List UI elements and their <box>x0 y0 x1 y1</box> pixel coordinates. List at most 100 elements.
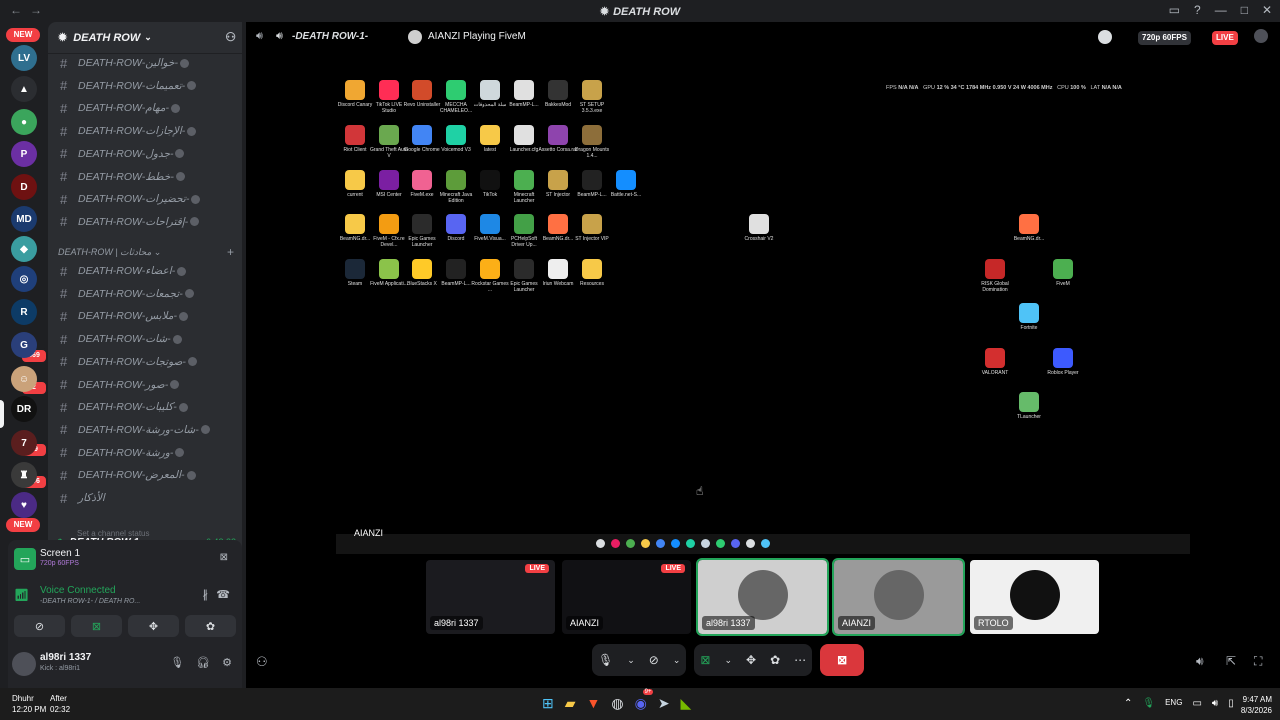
soundboard-icon[interactable]: ✿ <box>770 653 780 667</box>
noise-suppression-icon[interactable]: ∦ <box>203 588 209 601</box>
help-icon[interactable]: ? <box>1194 3 1201 17</box>
chat-icon[interactable] <box>1254 29 1268 43</box>
desktop-icon[interactable]: TLauncher <box>1012 392 1046 420</box>
desktop-icon[interactable]: Google Chrome <box>404 125 440 153</box>
desktop-icon[interactable]: Crosshair V2 <box>742 214 776 242</box>
desktop-icon[interactable]: Revo Uninstaller <box>404 80 440 108</box>
disconnect-button[interactable]: ⊠ <box>820 644 865 676</box>
desktop-icon[interactable]: ST Injector VIP <box>575 214 609 242</box>
close-icon[interactable]: ✕ <box>1262 3 1272 17</box>
lv-server-icon[interactable]: LV <box>11 45 37 71</box>
channel-item[interactable]: # DEATH-ROW-صور- <box>56 375 234 395</box>
invite-icon[interactable]: ⚇ <box>225 30 236 44</box>
desktop-icon[interactable]: FiveM Applicati... <box>370 259 408 287</box>
channel-item[interactable]: # DEATH-ROW-تجمعات- <box>56 284 234 304</box>
language-indicator[interactable]: ENG <box>1165 698 1182 709</box>
desktop-icon[interactable]: Assetto Corsa.rar <box>539 125 577 153</box>
settings-gear-icon[interactable]: ⚙ <box>222 656 232 669</box>
clock[interactable]: 9:47 AM 8/3/2026 <box>1230 694 1272 716</box>
disconnect-icon[interactable]: ☎ <box>216 588 230 601</box>
face-server-icon[interactable]: ☺ <box>11 366 37 392</box>
desktop-icon[interactable]: Grand Theft Auto V <box>370 125 408 159</box>
desktop-icon[interactable]: current <box>338 170 372 198</box>
stop-stream-icon[interactable]: ⊠ <box>220 552 228 563</box>
desktop-icon[interactable]: Launcher.cfg <box>507 125 541 153</box>
desktop-icon[interactable]: Fortnite <box>1012 303 1046 331</box>
shared-screen[interactable]: FPS N/A N/A GPU 12 % 34 °C 1784 MHz 0.95… <box>336 74 1190 554</box>
channel-item[interactable]: # DEATH-ROW-تعميمات- <box>56 76 234 96</box>
desktop-icon[interactable]: Epic Games Launcher <box>507 259 541 293</box>
volume-icon[interactable]: 🔊︎ <box>1196 654 1204 669</box>
desktop-icon[interactable]: BeamMP-L... <box>439 259 473 287</box>
md-server-icon[interactable]: MD <box>11 206 37 232</box>
desktop-icon[interactable]: ST SETUP 3.5.3.exe <box>575 80 609 114</box>
prayer-widget[interactable]: Dhuhr 12:20 PM <box>12 693 46 715</box>
mountain-server-icon[interactable]: ▲ <box>11 76 37 102</box>
purple-server-icon[interactable]: ♥ <box>11 492 37 518</box>
popout-icon[interactable]: ⇱ <box>1226 654 1236 668</box>
participant-tile[interactable]: LIVE al98ri 1337 <box>426 560 555 634</box>
gb-server-icon[interactable]: G <box>11 332 37 358</box>
desktop-icon[interactable]: FiveM - Cfx.re Devel... <box>372 214 406 248</box>
channel-item[interactable]: # DEATH-ROW-جدول- <box>56 144 234 164</box>
activities-icon[interactable]: ✥ <box>746 653 756 667</box>
desktop-icon[interactable]: سلة المحذوفات <box>473 80 507 108</box>
blue-ring-server-icon[interactable]: ◎ <box>11 266 37 292</box>
desktop-icon[interactable]: BakkesMod <box>541 80 575 108</box>
channel-item[interactable]: # DEATH-ROW-صوتجات- <box>56 352 234 372</box>
p-server-icon[interactable]: P <box>11 141 37 167</box>
activities-icon[interactable]: ✥ <box>128 615 179 637</box>
desktop-icon[interactable]: FiveM.Visua... <box>473 214 507 242</box>
chevron-down-icon[interactable]: ⌄ <box>724 655 732 666</box>
desktop-icon[interactable]: FiveM.exe <box>405 170 439 198</box>
mic-tray-icon[interactable]: 🎙︎ <box>1142 698 1155 709</box>
after-widget[interactable]: After 02:32 <box>50 693 70 715</box>
channel-item[interactable]: # DEATH-ROW-خوالين- <box>56 53 234 73</box>
participant-tile[interactable]: AIANZI <box>832 558 965 636</box>
desktop-icon[interactable]: VALORANT <box>978 348 1012 376</box>
desktop-icon[interactable]: Resources <box>575 259 609 287</box>
share-screen-icon[interactable]: ⊠ <box>700 653 710 667</box>
channel-item[interactable]: # DEATH-ROW-خطط- <box>56 167 234 187</box>
soundboard-icon[interactable]: ✿ <box>185 615 236 637</box>
desktop-icon[interactable]: MSI Center <box>372 170 406 198</box>
desktop-icon[interactable]: Riot Client <box>338 125 372 153</box>
brave-icon[interactable]: ▼ <box>587 695 601 712</box>
add-channel-icon[interactable]: + <box>227 245 234 259</box>
death-row-server-icon[interactable]: DR <box>11 396 37 422</box>
channel-item[interactable]: # DEATH-ROW-ورشة- <box>56 443 234 463</box>
maximize-icon[interactable]: □ <box>1241 3 1248 17</box>
desktop-icon[interactable]: Roblox Player <box>1046 348 1080 376</box>
chevron-down-icon[interactable]: ⌄ <box>627 655 635 666</box>
username[interactable]: al98ri 1337 <box>40 652 91 663</box>
desktop-icon[interactable]: latest <box>473 125 507 153</box>
invite-to-voice-icon[interactable]: ⚇ <box>256 654 268 670</box>
teal-server-icon[interactable]: ◆ <box>11 236 37 262</box>
desktop-icon[interactable]: MECCHA CHAMELEO... <box>439 80 473 114</box>
channel-item[interactable]: # DEATH-ROW-شات-ورشة- <box>56 420 234 440</box>
channel-item[interactable]: # DEATH-ROW-كليبات- <box>56 397 234 417</box>
desktop-icon[interactable]: ST Injector <box>541 170 575 198</box>
desktop-icon[interactable]: BeamMP-L... <box>507 80 541 108</box>
desktop-icon[interactable]: RISK Global Domination <box>978 259 1012 293</box>
network-icon[interactable]: ▭ <box>1192 698 1201 709</box>
channel-item[interactable]: # الأذكار <box>56 488 234 508</box>
desktop-icon[interactable]: Iriun Webcam <box>541 259 575 287</box>
camera-off-icon[interactable]: ⊘ <box>14 615 65 637</box>
7b-server-icon[interactable]: 7 <box>11 430 37 456</box>
desktop-icon[interactable]: BeamMP-L... <box>575 170 609 198</box>
inbox-icon[interactable]: ▭ <box>1169 3 1180 17</box>
channel-item[interactable]: # DEATH-ROW-شات- <box>56 329 234 349</box>
desktop-icon[interactable]: Discord <box>439 214 473 242</box>
participant-tile[interactable]: RTOLO <box>970 560 1099 634</box>
headphones-icon[interactable]: 🎧︎ <box>196 656 210 669</box>
desktop-icon[interactable]: PCHelpSoft Driver Up... <box>507 214 541 248</box>
channel-item[interactable]: # DEATH-ROW-اعضاء- <box>56 261 234 281</box>
rrc-server-icon[interactable]: R <box>11 299 37 325</box>
hat-server-icon[interactable]: ♜ <box>11 462 37 488</box>
volume-icon[interactable]: 🔊︎ <box>1212 698 1218 709</box>
steam-icon[interactable]: ➤ <box>658 695 670 712</box>
channel-item[interactable]: # DEATH-ROW-المعرض- <box>56 465 234 485</box>
file-explorer-icon[interactable]: ▰ <box>565 695 576 712</box>
desktop-icon[interactable]: BeamNG.dr... <box>1012 214 1046 242</box>
